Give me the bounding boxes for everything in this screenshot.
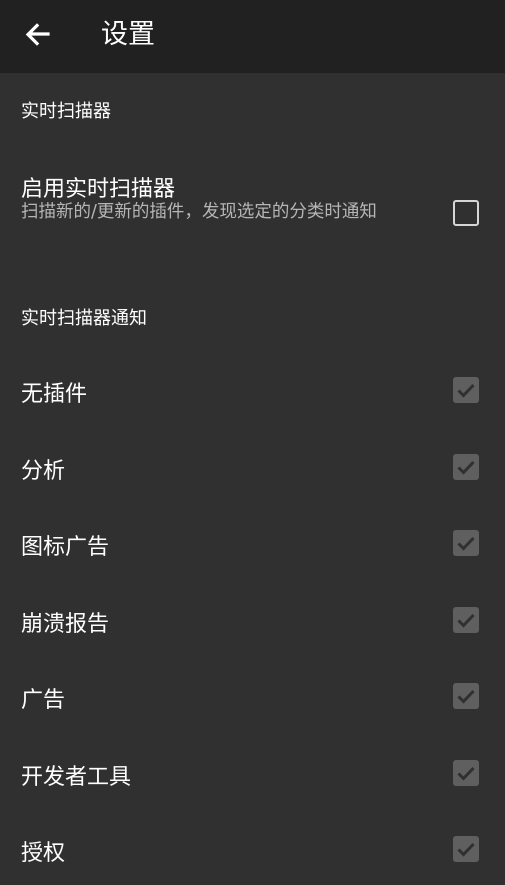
section-header-realtime-scanner: 实时扫描器: [21, 101, 111, 122]
checkmark-icon: [457, 383, 475, 398]
checkmark-icon: [457, 842, 475, 857]
notification-item-checkbox[interactable]: [453, 683, 479, 709]
notification-item[interactable]: 广告: [0, 672, 505, 732]
notification-item-label: 广告: [21, 688, 66, 713]
notification-item[interactable]: 崩溃报告: [0, 596, 505, 656]
enable-realtime-scanner-checkbox[interactable]: [453, 200, 479, 226]
checkmark-icon: [457, 689, 475, 704]
page-title: 设置: [101, 19, 155, 50]
arrow-back-icon: [25, 23, 50, 46]
back-button[interactable]: [18, 15, 58, 55]
checkmark-icon: [457, 536, 475, 551]
notification-item-label: 无插件: [21, 382, 88, 407]
notification-item[interactable]: 图标广告: [0, 519, 505, 579]
section-header-realtime-notifications: 实时扫描器通知: [21, 308, 147, 329]
enable-realtime-scanner-summary: 扫描新的/更新的插件，发现选定的分类时通知: [21, 202, 377, 222]
notification-item-checkbox[interactable]: [453, 836, 479, 862]
notification-item-checkbox[interactable]: [453, 760, 479, 786]
checkmark-icon: [457, 766, 475, 781]
checkmark-icon: [457, 613, 475, 628]
notification-item[interactable]: 分析: [0, 443, 505, 503]
notification-item-checkbox[interactable]: [453, 607, 479, 633]
notification-item[interactable]: 授权: [0, 825, 505, 885]
notification-item-label: 授权: [21, 841, 66, 866]
notification-item-checkbox[interactable]: [453, 377, 479, 403]
notification-item-label: 崩溃报告: [21, 612, 110, 637]
notification-item-label: 开发者工具: [21, 765, 132, 790]
checkmark-icon: [457, 460, 475, 475]
notification-item-checkbox[interactable]: [453, 530, 479, 556]
notification-item-label: 图标广告: [21, 535, 110, 560]
app-bar: 设置: [0, 0, 505, 73]
enable-realtime-scanner-row[interactable]: 启用实时扫描器 扫描新的/更新的插件，发现选定的分类时通知: [0, 171, 505, 261]
notification-item[interactable]: 开发者工具: [0, 749, 505, 809]
notification-item-label: 分析: [21, 459, 66, 484]
notification-item[interactable]: 无插件: [0, 366, 505, 426]
notification-item-checkbox[interactable]: [453, 454, 479, 480]
